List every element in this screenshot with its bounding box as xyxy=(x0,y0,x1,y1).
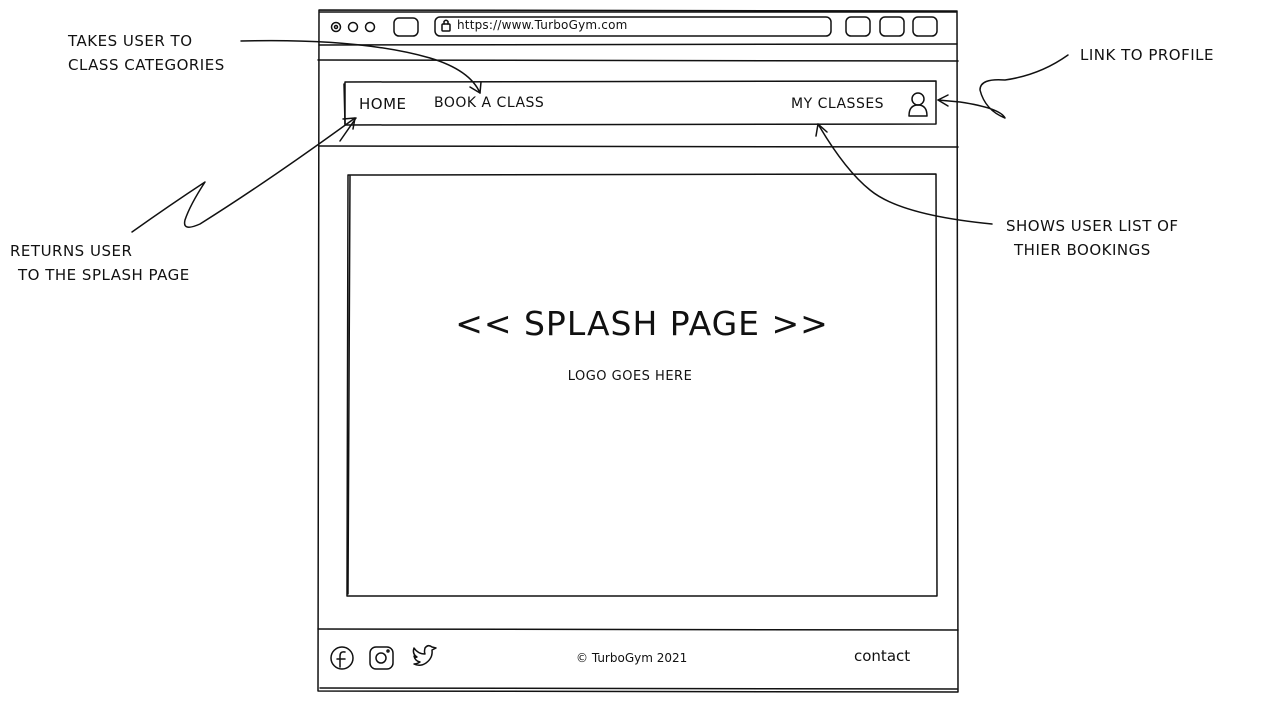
browser-frame xyxy=(317,9,959,693)
arrow-class-categories xyxy=(240,39,481,94)
annotation-bookings: SHOWS USER LIST OF THIER BOOKINGS xyxy=(1006,217,1179,259)
annotation-splash: RETURNS USER TO THE SPLASH PAGE xyxy=(10,242,190,284)
nav-home-link[interactable]: HOME xyxy=(359,95,407,113)
close-dot-icon xyxy=(330,21,342,33)
tab-icon xyxy=(393,17,419,37)
browser-button-1 xyxy=(845,16,871,37)
hero-box xyxy=(346,173,938,597)
minimize-dot-icon xyxy=(347,21,359,33)
lock-icon xyxy=(441,19,451,32)
annotation-profile: LINK TO PROFILE xyxy=(1080,46,1215,64)
arrow-splash xyxy=(131,117,356,233)
browser-button-2 xyxy=(879,16,905,37)
wireframe-sketch xyxy=(131,9,1069,693)
facebook-link[interactable] xyxy=(329,645,355,671)
logo-placeholder: LOGO GOES HERE xyxy=(567,369,693,384)
footer-contact-link[interactable]: contact xyxy=(854,647,910,665)
footer-copyright: © TurboGym 2021 xyxy=(576,651,688,665)
url-text[interactable]: https://www.TurboGym.com xyxy=(457,18,628,32)
nav-book-class-link[interactable]: Book A CLASS xyxy=(434,95,544,111)
profile-link[interactable] xyxy=(904,88,932,120)
annotation-class-categories: TAKES USER TO CLASS CATEGORIES xyxy=(68,32,225,74)
nav-my-classes-link[interactable]: MY CLASSES xyxy=(791,96,884,112)
instagram-link[interactable] xyxy=(368,645,395,671)
maximize-dot-icon xyxy=(364,21,376,33)
browser-button-3 xyxy=(912,16,938,37)
splash-page-title: << SPLASH PAGE >> xyxy=(455,304,829,343)
twitter-link[interactable] xyxy=(411,645,438,669)
